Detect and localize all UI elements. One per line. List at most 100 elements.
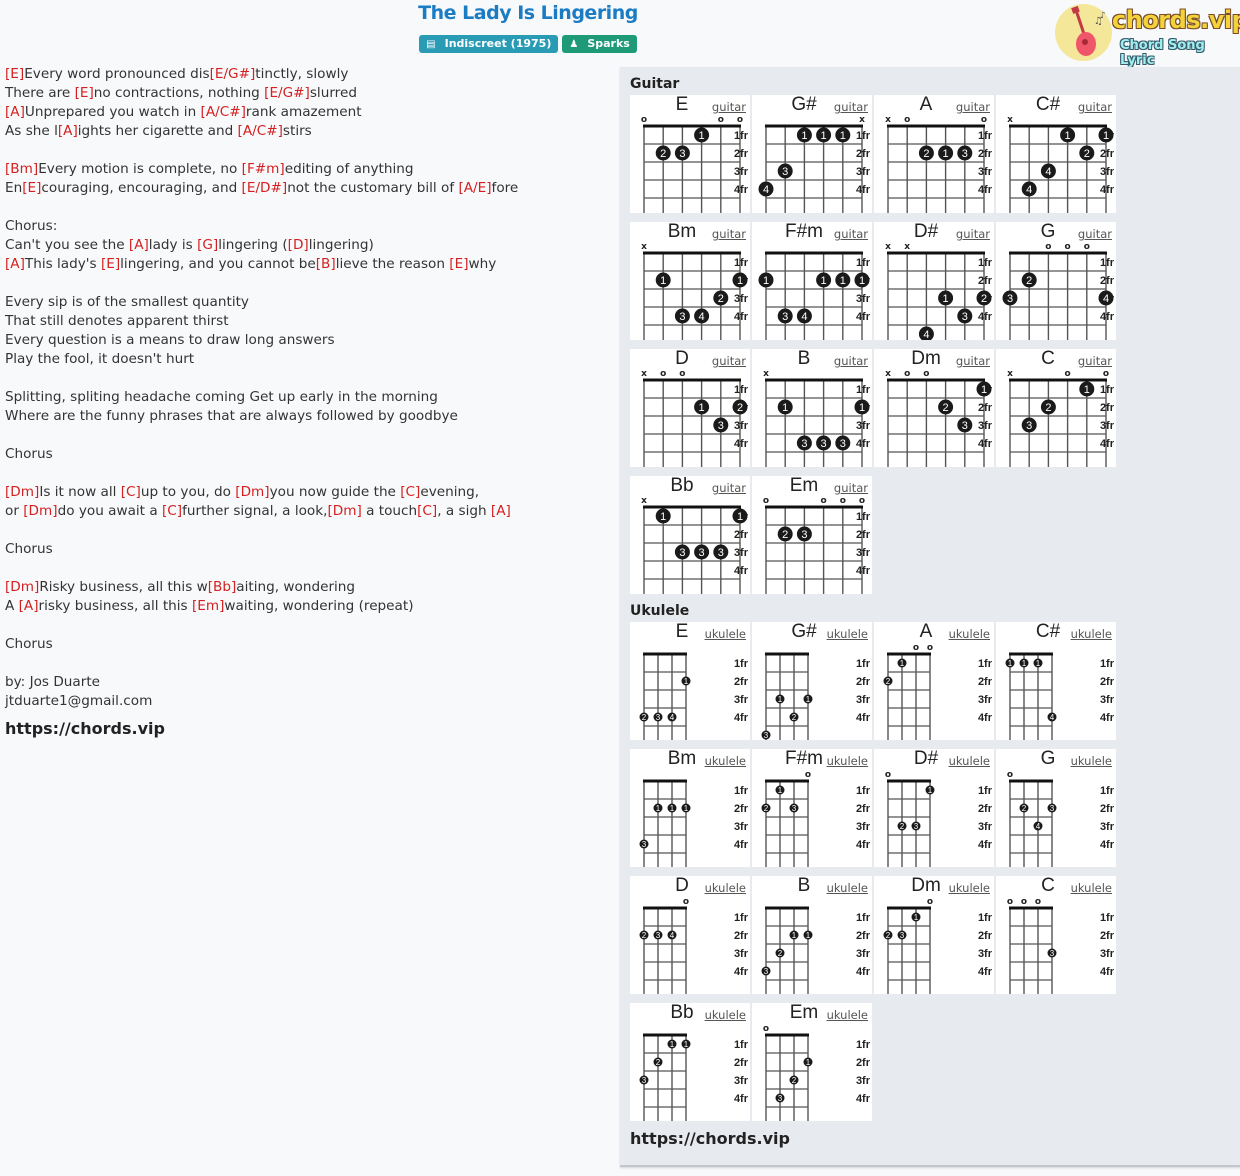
finger-dot: 1 bbox=[911, 912, 921, 922]
instrument-link[interactable]: guitar bbox=[956, 227, 990, 241]
instrument-link[interactable]: guitar bbox=[834, 100, 868, 114]
chord-marker[interactable]: [E/G#] bbox=[264, 85, 310, 101]
guitar-chord-card[interactable]: 1fr 2fr 3fr 4fr x o o 2 1 3 Aguitar bbox=[874, 94, 994, 213]
chord-marker[interactable]: [Bb] bbox=[208, 579, 237, 595]
instrument-link[interactable]: ukulele bbox=[1071, 627, 1112, 641]
instrument-link[interactable]: guitar bbox=[956, 100, 990, 114]
instrument-link[interactable]: ukulele bbox=[1071, 754, 1112, 768]
guitar-chord-card[interactable]: 1fr2fr3fr4frxoo123Dmguitar bbox=[874, 348, 994, 467]
chord-marker[interactable]: [Dm] bbox=[23, 503, 57, 519]
svg-text:3: 3 bbox=[962, 311, 968, 323]
instrument-link[interactable]: guitar bbox=[956, 354, 990, 368]
chord-marker[interactable]: [Dm] bbox=[327, 503, 361, 519]
instrument-link[interactable]: guitar bbox=[834, 227, 868, 241]
chord-marker[interactable]: [E/G#] bbox=[210, 66, 256, 82]
chord-marker[interactable]: [Dm] bbox=[235, 484, 269, 500]
chord-marker[interactable]: [C] bbox=[162, 503, 182, 519]
chord-marker[interactable]: [A] bbox=[58, 123, 78, 139]
instrument-link[interactable]: guitar bbox=[1078, 227, 1112, 241]
guitar-chord-card[interactable]: 1fr2fr3fr4frx11333Bbguitar bbox=[630, 475, 750, 594]
ukulele-chord-card[interactable]: 1fr 2fr 3fr 4fr o 1 2 3 F#m ukulele bbox=[752, 748, 872, 867]
ukulele-chord-card[interactable]: 1fr 2fr 3fr 4fr o 1 2 3 Em ukulele bbox=[752, 1002, 872, 1121]
chord-marker[interactable]: [A/C#] bbox=[201, 104, 246, 120]
chord-marker[interactable]: [A/E] bbox=[458, 180, 491, 196]
instrument-link[interactable]: guitar bbox=[712, 100, 746, 114]
chord-marker[interactable]: [C] bbox=[121, 484, 141, 500]
chord-marker[interactable]: [Dm] bbox=[5, 484, 39, 500]
instrument-link[interactable]: ukulele bbox=[705, 754, 746, 768]
album-badge[interactable]: ▤ Indiscreet (1975) bbox=[419, 35, 559, 53]
chord-marker[interactable]: [E] bbox=[75, 85, 94, 101]
instrument-link[interactable]: guitar bbox=[712, 227, 746, 241]
guitar-chord-card[interactable]: 1fr 2fr 3fr 4fr o o o o 2 3 Em guitar bbox=[752, 475, 872, 594]
guitar-chord-card[interactable]: 1fr2fr3fr4frx11244C#guitar bbox=[996, 94, 1116, 213]
instrument-link[interactable]: ukulele bbox=[827, 881, 868, 895]
instrument-link[interactable]: guitar bbox=[712, 481, 746, 495]
finger-dot: 2 bbox=[789, 1075, 799, 1085]
ukulele-chord-card[interactable]: 1fr 2fr 3fr 4fr 1 1 2 3 Bb ukulele bbox=[630, 1002, 750, 1121]
chord-marker[interactable]: [E] bbox=[22, 180, 41, 196]
artist-badge[interactable]: ♟ Sparks bbox=[562, 35, 637, 53]
guitar-chord-card[interactable]: 1fr2fr3fr4frx11234Bmguitar bbox=[630, 221, 750, 340]
ukulele-chord-card[interactable]: 1fr 2fr 3fr 4fr o 2 3 4 Dukulele bbox=[630, 875, 750, 994]
chord-marker[interactable]: [E] bbox=[5, 66, 24, 82]
chord-marker[interactable]: [Bm] bbox=[5, 161, 38, 177]
chord-marker[interactable]: [A] bbox=[491, 503, 511, 519]
instrument-link[interactable]: ukulele bbox=[705, 627, 746, 641]
chord-marker[interactable]: [E] bbox=[101, 256, 120, 272]
ukulele-chord-card[interactable]: 1fr 2fr 3fr 4fr 1 1 2 3 G# ukulele bbox=[752, 621, 872, 740]
lyric-text: Can't you see the bbox=[5, 237, 129, 253]
instrument-link[interactable]: guitar bbox=[712, 354, 746, 368]
ukulele-chord-card[interactable]: 1fr 2fr 3fr 4fr 1 1 1 4 C# ukulele bbox=[996, 621, 1116, 740]
guitar-chord-card[interactable]: 1fr2fr3fr4frooo234Gguitar bbox=[996, 221, 1116, 340]
guitar-chord-card[interactable]: 1fr2fr3fr4fr111134F#mguitar bbox=[752, 221, 872, 340]
chord-marker[interactable]: [F#m] bbox=[242, 161, 285, 177]
ukulele-chord-card[interactable]: 1fr 2fr 3fr 4fr o o 1 2 Aukulele bbox=[874, 621, 994, 740]
chord-marker[interactable]: [C] bbox=[417, 503, 437, 519]
chord-marker[interactable]: [A] bbox=[19, 598, 39, 614]
instrument-link[interactable]: ukulele bbox=[705, 881, 746, 895]
chord-marker[interactable]: [C] bbox=[400, 484, 420, 500]
instrument-link[interactable]: guitar bbox=[834, 354, 868, 368]
instrument-link[interactable]: guitar bbox=[1078, 100, 1112, 114]
chord-marker[interactable]: [G] bbox=[197, 237, 218, 253]
ukulele-chord-card[interactable]: 1fr 2fr 3fr 4fr o 1 2 3 D# ukulele bbox=[874, 748, 994, 867]
chord-marker[interactable]: [B] bbox=[316, 256, 336, 272]
site-logo[interactable]: ♫ ♪ chords.vip Chord Song Lyric bbox=[1054, 4, 1240, 68]
guitar-chord-card[interactable]: 1fr2fr3fr4frxoo123Dguitar bbox=[630, 348, 750, 467]
chord-marker[interactable]: [E/D#] bbox=[242, 180, 288, 196]
ukulele-chord-card[interactable]: 1fr 2fr 3fr 4fr o 1 2 3 Dm ukulele bbox=[874, 875, 994, 994]
ukulele-chord-card[interactable]: 1fr 2fr 3fr 4fr 1 1 2 3 Bukulele bbox=[752, 875, 872, 994]
lyrics-site-link[interactable]: https://chords.vip bbox=[5, 719, 605, 741]
chord-marker[interactable]: [A] bbox=[5, 104, 25, 120]
fret-label: 1fr bbox=[1100, 912, 1115, 924]
instrument-link[interactable]: ukulele bbox=[705, 1008, 746, 1022]
guitar-chord-card[interactable]: 1fr2fr3fr4frxx1234D#guitar bbox=[874, 221, 994, 340]
instrument-link[interactable]: ukulele bbox=[1071, 881, 1112, 895]
guitar-chord-card[interactable]: 1fr 2fr 3fr 4fr x 1 1 1 3 4 G# guitar bbox=[752, 94, 872, 213]
chord-marker[interactable]: [Em] bbox=[192, 598, 224, 614]
chord-marker[interactable]: [E] bbox=[449, 256, 468, 272]
guitar-chord-card[interactable]: 1fr2fr3fr4frx11333Bguitar bbox=[752, 348, 872, 467]
panel-site-link[interactable]: https://chords.vip bbox=[630, 1129, 790, 1148]
instrument-link[interactable]: ukulele bbox=[949, 627, 990, 641]
chord-marker[interactable]: [A] bbox=[129, 237, 149, 253]
instrument-link[interactable]: ukulele bbox=[827, 1008, 868, 1022]
instrument-link[interactable]: ukulele bbox=[827, 754, 868, 768]
instrument-link[interactable]: ukulele bbox=[949, 881, 990, 895]
ukulele-chord-card[interactable]: 1fr 2fr 3fr 4fr 1 2 3 4 Eukulele bbox=[630, 621, 750, 740]
guitar-chord-card[interactable]: 1fr 2fr 3fr 4fr x o o 1 2 3 Cguitar bbox=[996, 348, 1116, 467]
instrument-link[interactable]: ukulele bbox=[949, 754, 990, 768]
chord-marker[interactable]: [D] bbox=[288, 237, 309, 253]
chord-marker[interactable]: [A] bbox=[5, 256, 25, 272]
chord-marker[interactable]: [A/C#] bbox=[238, 123, 283, 139]
instrument-link[interactable]: ukulele bbox=[827, 627, 868, 641]
guitar-chord-card[interactable]: 1fr 2fr 3fr 4fr o o o 1 2 3 Eguitar bbox=[630, 94, 750, 213]
ukulele-chord-card[interactable]: 1fr 2fr 3fr 4fr o o o 3 Cukulele bbox=[996, 875, 1116, 994]
instrument-link[interactable]: guitar bbox=[1078, 354, 1112, 368]
svg-text:4: 4 bbox=[670, 713, 675, 722]
chord-marker[interactable]: [Dm] bbox=[5, 579, 39, 595]
instrument-link[interactable]: guitar bbox=[834, 481, 868, 495]
ukulele-chord-card[interactable]: 1fr 2fr 3fr 4fr 1 1 1 3 Bm ukulele bbox=[630, 748, 750, 867]
ukulele-chord-card[interactable]: 1fr 2fr 3fr 4fr o 2 3 4 Gukulele bbox=[996, 748, 1116, 867]
